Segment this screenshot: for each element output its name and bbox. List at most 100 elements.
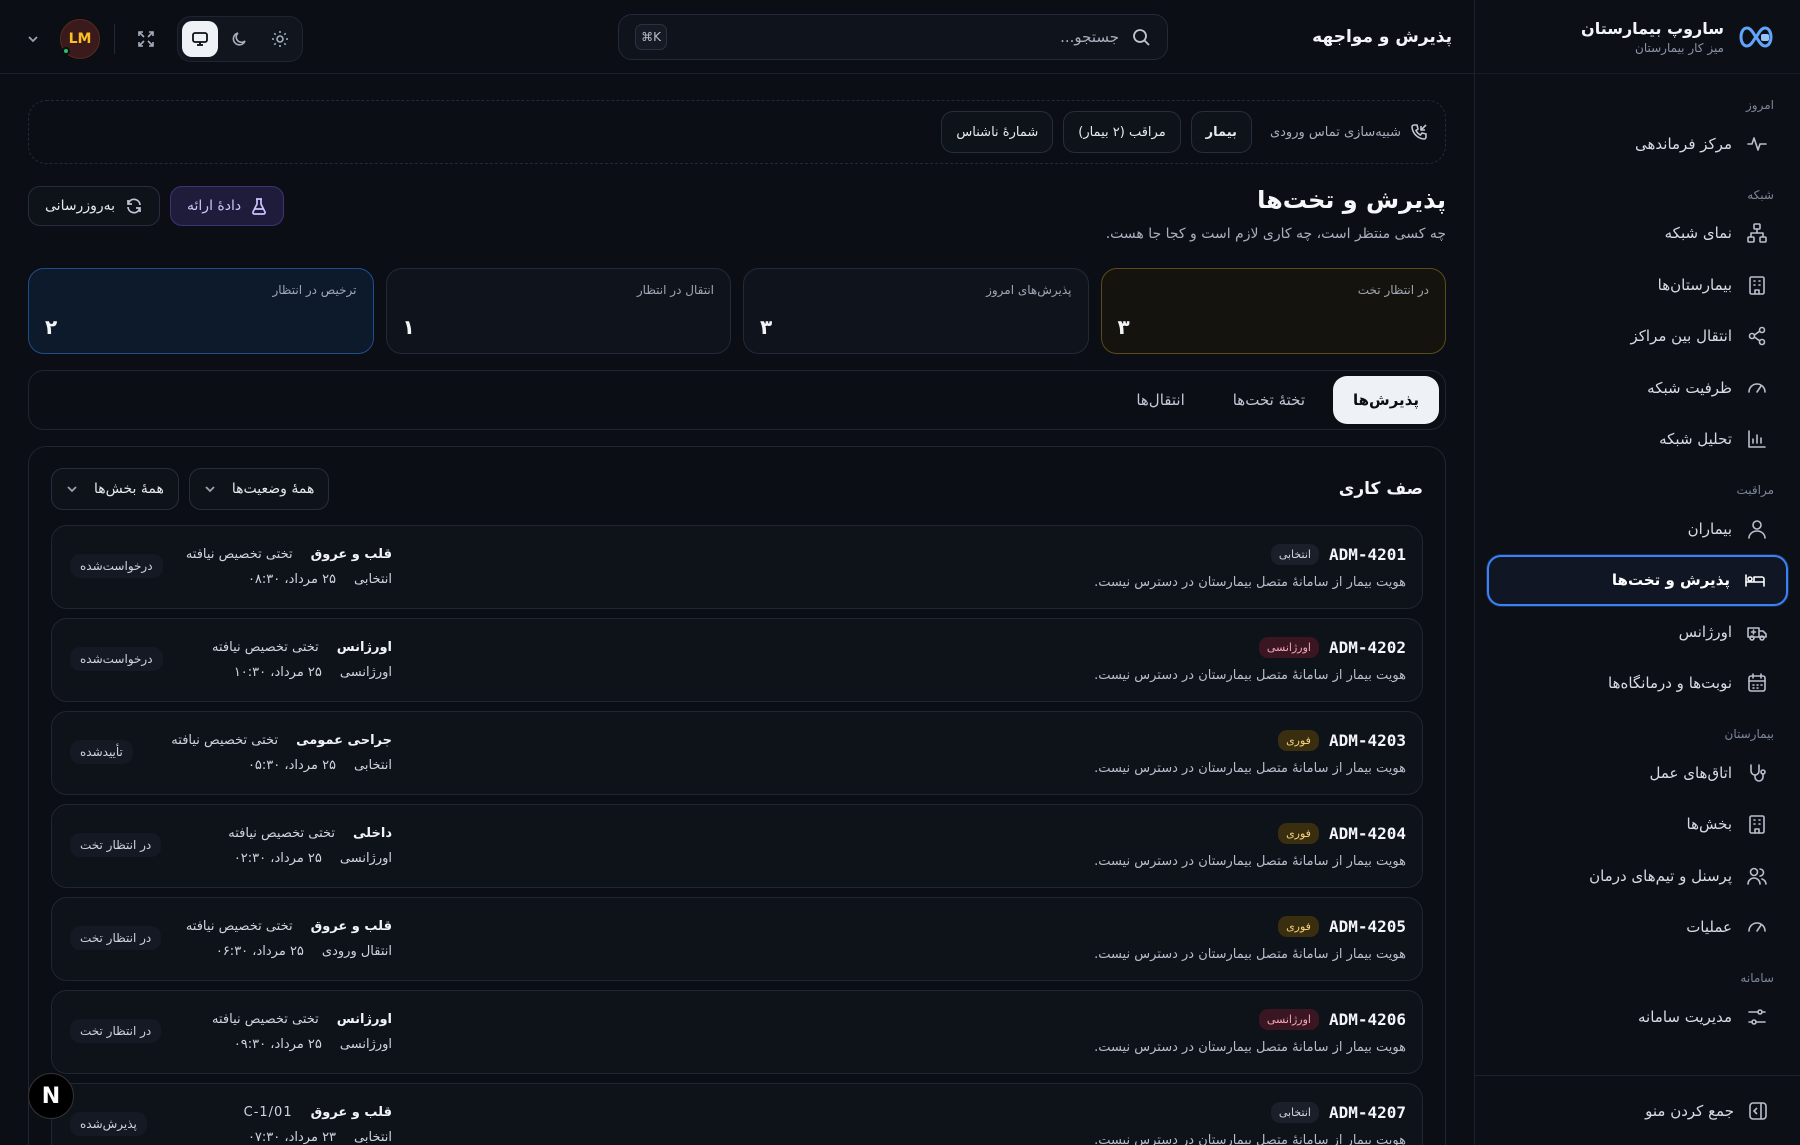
stat-card-pending-transfer: انتقال در انتظار ۱ [385,268,731,354]
sidebar-item-label: تحلیل شبکه [1659,430,1732,449]
chevron-down-icon [204,483,216,495]
sim-chip-unknown-number[interactable]: شمارهٔ ناشناس [941,111,1054,153]
sidebar-item[interactable]: پرسنل و تیم‌های درمان [1487,850,1788,902]
sidebar-section-label: شبکه [1747,187,1774,202]
sidebar-item[interactable]: ظرفیت شبکه [1487,362,1788,414]
sidebar-section-label: سامانه [1740,971,1774,985]
stats-row: در انتظار تخت ۳ پذیرش‌های امروز ۳ انتقال… [28,268,1446,354]
table-row[interactable]: ADM-4206 اورژانسی هویت بیمار از سامانهٔ … [51,990,1423,1074]
share-icon [1746,325,1768,347]
page-title: پذیرش و تخت‌ها [1257,186,1446,214]
bar-chart-icon [1746,428,1768,450]
stat-card-pending-discharge: ترخیص در انتظار ۲ [28,268,374,354]
sim-chip-patient[interactable]: بیمار [1190,111,1252,153]
status-badge: درخواست‌شده [70,647,163,671]
stat-label: پذیرش‌های امروز [986,283,1072,297]
stat-value: ۳ [760,315,773,339]
refresh-button[interactable]: به‌روزرسانی [28,186,161,226]
sidebar-item[interactable]: مرکز فرماندهی [1487,118,1788,170]
status-badge: در انتظار تخت [70,1019,162,1043]
status-badge: تأییدشده [70,740,133,764]
admission-source: انتخابی [354,1130,392,1145]
admission-id: ADM-4207 [1328,1103,1406,1122]
tab-bed-board[interactable]: تختهٔ تخت‌ها [1213,376,1325,424]
tab-admissions[interactable]: پذیرش‌ها [1333,376,1439,424]
simulation-bar: شبیه‌سازی تماس ورودی بیمار مراقب (۲ بیما… [28,100,1446,164]
table-row[interactable]: ADM-4205 فوری هویت بیمار از سامانهٔ متصل… [51,897,1423,981]
flask-icon [251,197,267,215]
page-header: پذیرش و تخت‌ها چه کسی منتظر است، چه کاری… [28,186,1446,242]
brand-subtitle: میز کار بیمارستان [1635,40,1724,55]
bed-assignment: تختی تخصیص نیافته [228,826,336,841]
demo-data-button[interactable]: دادهٔ ارائه [170,186,285,226]
sidebar-item[interactable]: عملیات [1487,902,1788,954]
bed-assignment: تختی تخصیص نیافته [212,1012,319,1027]
table-row[interactable]: ADM-4203 فوری هویت بیمار از سامانهٔ متصل… [51,711,1423,795]
stat-value: ۲ [45,315,58,339]
bed-icon [1744,569,1766,591]
table-row[interactable]: ADM-4202 اورژانسی هویت بیمار از سامانهٔ … [51,618,1423,702]
collapse-menu-button[interactable]: جمع کردن منو [1475,1075,1800,1145]
stat-value: ۳ [1117,315,1130,339]
collapse-menu-label: جمع کردن منو [1645,1101,1734,1120]
gauge-icon [1746,377,1768,399]
sliders-icon [1746,1006,1768,1028]
sidebar-collapse-icon [1748,1101,1768,1121]
admission-time: ۲۳ مرداد، ۰۷:۳۰ [247,1130,337,1145]
sidebar-item[interactable]: نمای شبکه [1487,208,1788,260]
bed-assignment: تختی تخصیص نیافته [185,547,293,562]
table-row[interactable]: ADM-4204 فوری هویت بیمار از سامانهٔ متصل… [51,804,1423,888]
sidebar-item[interactable]: مدیریت سامانه [1487,991,1788,1043]
status-badge: در انتظار تخت [70,926,162,950]
search-input[interactable]: جستجو... ⌘K [618,14,1168,60]
sidebar-item[interactable]: تحلیل شبکه [1487,414,1788,466]
sidebar-item[interactable]: بیمارستان‌ها [1487,259,1788,311]
sidebar-item[interactable]: بیماران [1487,503,1788,555]
department: جراحی عمومی [296,733,392,748]
stat-card-admissions-today: پذیرش‌های امروز ۳ [743,268,1089,354]
queue-filters: همهٔ بخش‌ها همهٔ وضعیت‌ها [51,468,330,510]
ward-filter-select[interactable]: همهٔ بخش‌ها [51,468,179,510]
sidebar-item[interactable]: نوبت‌ها و درمانگاه‌ها [1487,658,1788,710]
table-row[interactable]: ADM-4207 انتخابی هویت بیمار از سامانهٔ م… [51,1083,1423,1145]
phone-incoming-icon [1409,122,1429,142]
status-badge: درخواست‌شده [70,554,163,578]
sidebar-item[interactable]: پذیرش و تخت‌ها [1487,554,1788,606]
queue-rows: ADM-4201 انتخابی هویت بیمار از سامانهٔ م… [51,525,1423,1145]
sun-icon[interactable] [262,21,298,57]
status-filter-select[interactable]: همهٔ وضعیت‌ها [188,468,330,510]
sidebar-item[interactable]: بخش‌ها [1487,799,1788,851]
stat-label: ترخیص در انتظار [272,283,357,297]
tab-transfers[interactable]: انتقال‌ها [1116,376,1204,424]
gauge-icon [1746,916,1768,938]
sidebar-item[interactable]: انتقال بین مراکز [1487,311,1788,363]
work-queue: صف کاری همهٔ بخش‌ها همهٔ وضعیت‌ها [28,446,1446,1145]
sidebar-item-label: مدیریت سامانه [1638,1007,1732,1026]
topbar-title: پذیرش و مواجهه [1312,26,1452,47]
brand[interactable]: ساروپ بیمارستان میز کار بیمارستان [1475,0,1800,74]
dev-tools-button[interactable]: N [28,1073,74,1119]
sidebar-item-label: بیمارستان‌ها [1657,275,1732,294]
topbar: پذیرش و مواجهه جستجو... ⌘K LM [0,0,1474,74]
fullscreen-icon[interactable] [129,22,163,56]
table-row[interactable]: ADM-4201 انتخابی هویت بیمار از سامانهٔ م… [51,525,1423,609]
stat-value: ۱ [402,315,415,339]
sidebar-section-label: مراقبت [1736,483,1774,497]
admission-time: ۲۵ مرداد، ۰۲:۳۰ [233,851,322,866]
admission-time: ۲۵ مرداد، ۱۰:۳۰ [233,665,322,680]
admission-source: انتخابی [354,572,392,587]
admission-source: اورژانسی [339,1037,392,1052]
moon-icon[interactable] [222,21,258,57]
sidebar-item[interactable]: اورژانس [1487,606,1788,658]
account-menu-chevron-icon[interactable] [20,19,46,59]
search-shortcut: ⌘K [635,24,667,50]
sidebar-item[interactable]: اتاق‌های عمل [1487,747,1788,799]
sim-chip-caregiver[interactable]: مراقب (۲ بیمار) [1063,111,1181,153]
priority-badge: فوری [1278,823,1319,844]
page-actions: به‌روزرسانی دادهٔ ارائه [28,186,285,226]
monitor-icon[interactable] [182,21,218,57]
ward-filter-value: همهٔ بخش‌ها [94,481,164,497]
user-icon [1746,518,1768,540]
sidebar-nav: امروز مرکز فرماندهی شبکه نمای شبکه بیمارستان… [1475,74,1800,1075]
avatar[interactable]: LM [60,19,100,59]
